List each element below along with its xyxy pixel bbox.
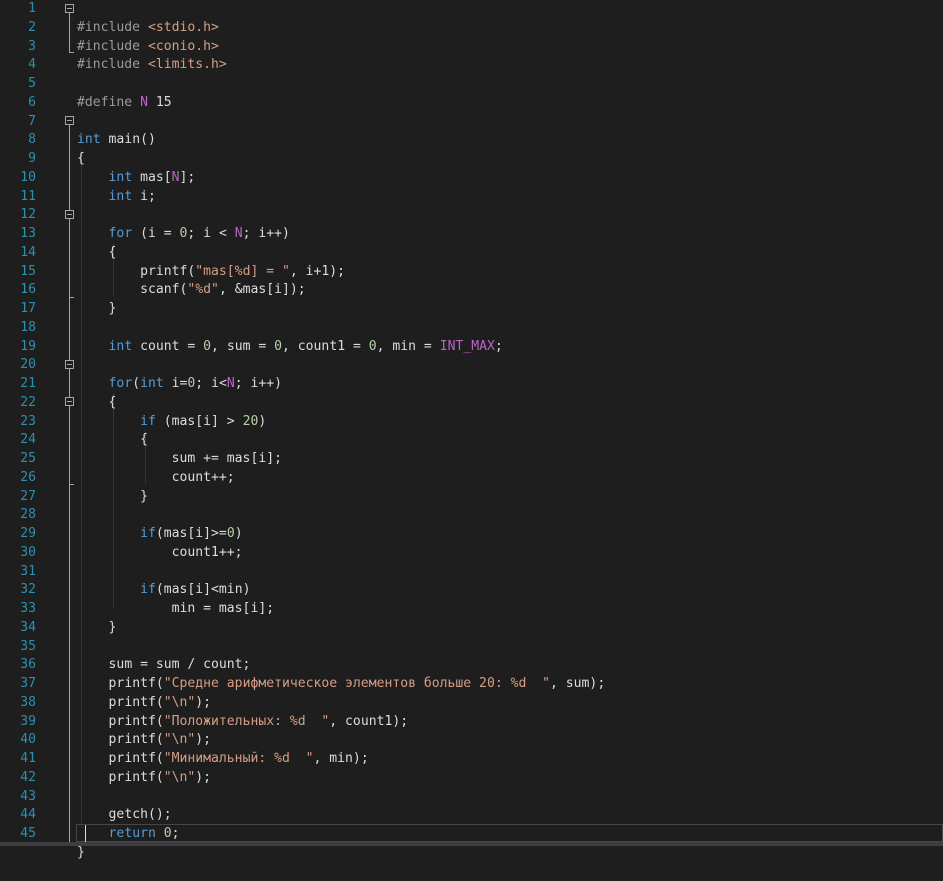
code-line[interactable]: printf("\n"); [0,750,943,785]
code-line[interactable]: sum += mas[i]; [0,431,943,466]
code-line[interactable]: #define N 15 [0,75,943,110]
code-line[interactable]: for (i = 0; i < N; i++) [0,206,943,241]
code-line[interactable]: #include <conio.h> [0,19,943,54]
code-text: } [108,619,117,635]
code-line[interactable]: } [0,600,943,635]
macro-name: N [140,94,148,110]
code-line[interactable]: printf("Положительных: %d ", count1); [0,694,943,729]
code-line[interactable]: { [0,225,943,260]
code-line[interactable]: sum = sum / count; [0,638,943,672]
number: 0 [274,338,283,354]
code-line[interactable]: int count = 0, sum = 0, count1 = 0, min … [0,319,943,354]
code-line[interactable]: printf("Минимальный: %d ", min); [0,731,943,766]
keyword: int [108,188,133,204]
code-line[interactable]: printf("\n"); [0,675,943,710]
code-text: printf( [108,769,164,785]
string-literal: "\n" [163,769,196,785]
code-line[interactable]: printf("\n"); [0,713,943,747]
code-text: count1++; [171,544,243,560]
text-caret [85,825,86,842]
include-path: <limits.h> [147,57,227,73]
preprocessor: #define [77,94,133,110]
code-line[interactable]: } [0,469,943,504]
code-line[interactable]: if(mas[i]>=0) [0,506,943,541]
number: 0 [203,338,212,354]
code-line[interactable]: #include <stdio.h> [0,0,943,35]
code-text: } [77,844,85,860]
code-line[interactable]: count++; [0,450,943,485]
code-line[interactable]: min = mas[i]; [0,581,943,616]
code-text: ); [195,769,212,785]
code-line[interactable]: { [0,375,943,410]
code-text: } [140,488,148,504]
gutter-row: 17 [0,300,943,319]
keyword: int [108,338,133,354]
code-line[interactable]: } [0,825,943,860]
code-line[interactable]: for(int i=0; i<N; i++) [0,356,943,391]
code-line[interactable]: printf("Средне арифметическое элементов … [0,656,943,691]
code-line[interactable]: } [0,281,943,316]
code-text: count = [132,338,204,354]
code-text: , sum = [211,338,275,354]
code-line[interactable]: int main() [0,113,943,147]
macro-value: 15 [155,94,172,110]
code-line[interactable]: #include <limits.h> [0,38,943,72]
code-text: ; [494,338,503,354]
code-line[interactable]: if(mas[i]<min) [0,563,943,597]
code-text: , count1 = [282,338,369,354]
macro-name: INT_MAX [439,338,495,354]
code-line[interactable]: return 0; [0,806,943,841]
code-line[interactable]: { [0,413,943,447]
gutter-row: 34 [0,619,943,638]
code-line[interactable]: scanf("%d", &mas[i]); [0,263,943,297]
code-line[interactable]: int mas[N]; [0,150,943,185]
code-text: } [108,301,117,316]
code-line[interactable]: getch(); [0,788,943,822]
code-line[interactable]: { [0,131,943,166]
code-line[interactable]: int i; [0,169,943,204]
code-line[interactable]: count1++; [0,525,943,560]
preprocessor: #include [77,57,141,73]
horizontal-scrollbar[interactable] [0,842,943,846]
code-line[interactable]: if (mas[i] > 20) [0,394,943,429]
code-editor[interactable]: 1 2 3 4 5 6 7 8 9 10 11 12 13 14 15 16 17 18 19 20 21 22 23 24 2… [0,0,943,860]
code-text: i; [132,188,156,204]
code-text: , min = [376,338,440,354]
code-line[interactable]: printf("mas[%d] = ", i+1); [0,244,943,279]
number: 0 [368,338,377,354]
